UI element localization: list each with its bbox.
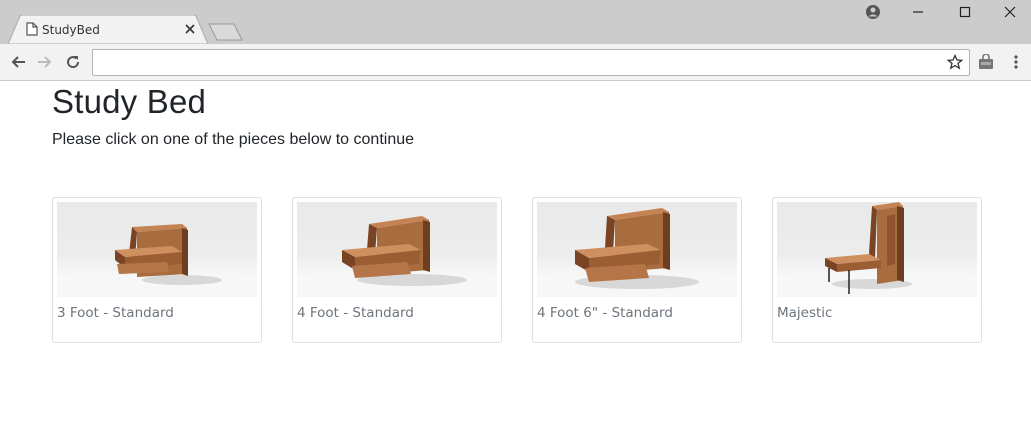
- piece-label: 4 Foot 6" - Standard: [537, 305, 673, 321]
- reload-icon[interactable]: [64, 53, 82, 71]
- piece-label: Majestic: [777, 305, 833, 321]
- piece-card-4ft-standard[interactable]: 4 Foot - Standard: [292, 197, 502, 343]
- browser-tab[interactable]: StudyBed: [8, 15, 208, 44]
- close-tab-icon[interactable]: [184, 22, 196, 40]
- forward-arrow-icon[interactable]: [36, 53, 54, 71]
- study-bed-4ft-image: [297, 202, 497, 297]
- browser-titlebar: StudyBed: [0, 0, 1031, 44]
- tab-shape: [8, 15, 208, 44]
- page-title: Study Bed: [52, 83, 207, 120]
- study-bed-majestic-image: [777, 202, 977, 297]
- back-arrow-icon[interactable]: [9, 53, 27, 71]
- menu-dots-icon[interactable]: [1007, 53, 1025, 71]
- piece-card-4ft6-standard[interactable]: 4 Foot 6" - Standard: [532, 197, 742, 343]
- instructions-text: Please click on one of the pieces below …: [52, 131, 415, 148]
- account-icon[interactable]: [850, 0, 896, 24]
- study-bed-4ft6-image: [537, 202, 737, 297]
- piece-card-majestic[interactable]: Majestic: [772, 197, 982, 343]
- bookmark-star-icon[interactable]: [946, 53, 964, 75]
- page-content: Study Bed Please click on one of the pie…: [0, 82, 1031, 440]
- piece-card-3ft-standard[interactable]: 3 Foot - Standard: [52, 197, 262, 343]
- page-icon: [26, 22, 38, 41]
- address-bar[interactable]: [92, 49, 970, 76]
- piece-label: 4 Foot - Standard: [297, 305, 414, 321]
- minimize-icon[interactable]: [895, 0, 941, 24]
- extension-icon[interactable]: [977, 53, 995, 71]
- study-bed-3ft-image: [57, 202, 257, 297]
- maximize-icon[interactable]: [942, 0, 988, 24]
- browser-toolbar: [0, 44, 1031, 81]
- tab-title: StudyBed: [42, 23, 100, 37]
- piece-label: 3 Foot - Standard: [57, 305, 174, 321]
- close-window-icon[interactable]: [987, 0, 1031, 24]
